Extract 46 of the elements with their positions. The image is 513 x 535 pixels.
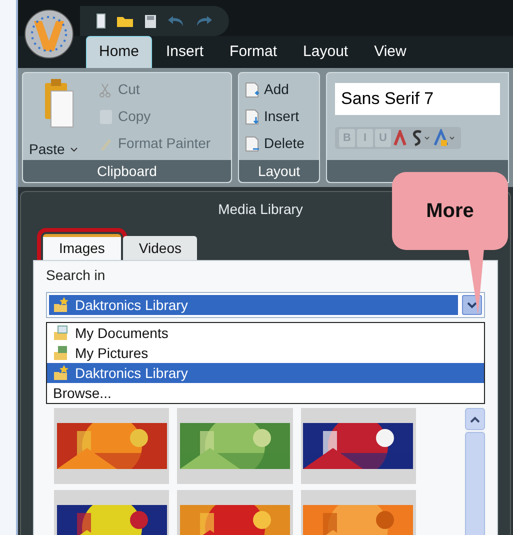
star-folder-icon [53,297,69,313]
paste-button[interactable]: Paste [29,139,65,160]
command-button[interactable]: Delete [245,133,313,154]
caret-icon[interactable] [68,146,79,152]
ribbon-tab[interactable]: View [362,36,418,68]
dropdown-option[interactable]: Browse... [47,383,484,403]
scroll-up-button[interactable] [465,408,485,430]
dropdown-value: Daktronics Library [75,296,188,315]
text-color-icon[interactable] [393,130,407,146]
panel-title: Media Library [218,200,303,219]
group-label: Clipboard [23,160,231,182]
scroll-thumb[interactable] [465,432,485,535]
dropdown-option[interactable]: My Documents [47,323,484,343]
chevron-down-icon [467,302,477,308]
page-plus-icon [245,82,260,98]
pictures-folder-icon [53,345,69,361]
dropdown-option[interactable]: Daktronics Library [47,363,484,383]
redo-icon[interactable] [195,14,213,28]
logo-icon [24,9,74,59]
ribbon-tab[interactable]: Home [86,36,152,68]
thumbnail-tile[interactable] [300,408,416,484]
save-icon[interactable] [144,14,157,28]
documents-folder-icon [53,325,69,341]
callout: More [392,172,508,250]
star-folder-icon [53,365,69,381]
command-button[interactable]: Add [245,79,313,100]
ribbon-tab[interactable]: Layout [291,36,360,68]
dropdown-option[interactable]: My Pictures [47,343,484,363]
group-label: Layout [239,160,319,182]
highlight-icon[interactable] [433,129,457,147]
thumbnail-tile[interactable] [54,408,170,484]
thumbnail-tile[interactable] [177,408,293,484]
font-field[interactable]: Sans Serif 7 [335,83,500,115]
command-button[interactable]: Insert [245,106,313,127]
chevron-up-icon [470,416,480,422]
folder-icon[interactable] [116,14,134,28]
callout-pointer [468,249,484,315]
search-dropdown[interactable]: Daktronics Library [46,292,485,318]
field-label: Search in [46,266,106,285]
page-minus-icon [245,136,260,152]
media-tab[interactable]: Videos [122,236,198,260]
ribbon-tab[interactable]: Insert [154,36,216,68]
ribbon-tab[interactable]: Format [218,36,290,68]
new-document-icon[interactable] [96,13,106,29]
page-arrow-icon [245,108,260,124]
undo-icon[interactable] [167,14,185,28]
